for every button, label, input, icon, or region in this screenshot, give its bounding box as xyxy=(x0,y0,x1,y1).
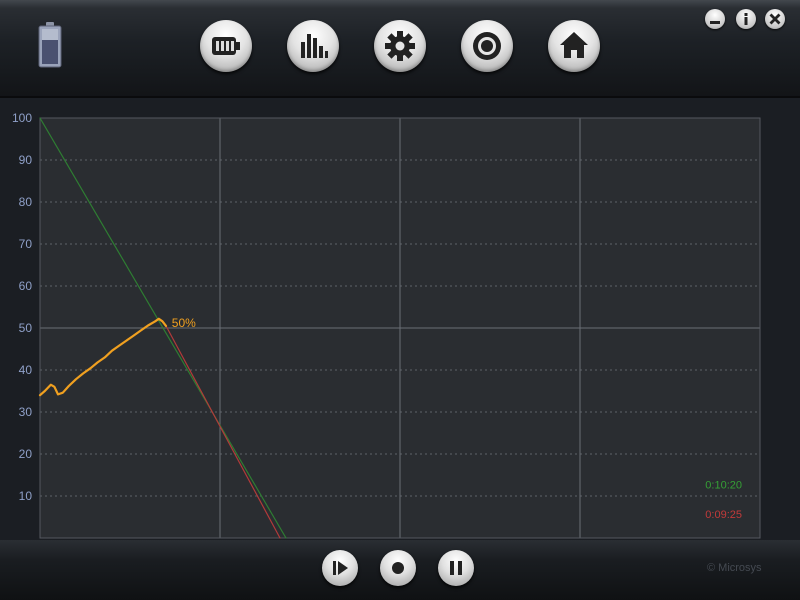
y-tick-label: 40 xyxy=(19,363,33,377)
settings-button[interactable] xyxy=(374,20,426,72)
home-button[interactable] xyxy=(548,20,600,72)
y-tick-label: 10 xyxy=(19,489,33,503)
gear-icon xyxy=(385,31,415,61)
battery-icon xyxy=(37,22,63,68)
toolbar xyxy=(0,0,800,98)
pause-icon xyxy=(450,561,462,575)
minimize-icon xyxy=(710,21,720,24)
play-button[interactable] xyxy=(322,550,358,586)
play-icon xyxy=(333,561,348,575)
minimize-button[interactable] xyxy=(705,9,725,29)
info-button[interactable] xyxy=(736,9,756,29)
y-tick-label: 20 xyxy=(19,447,33,461)
y-tick-label: 90 xyxy=(19,153,33,167)
home-icon xyxy=(560,32,588,58)
y-tick-label: 80 xyxy=(19,195,33,209)
charge-percent-label: 50% xyxy=(172,316,196,330)
green-time-label: 0:10:20 xyxy=(705,479,742,491)
battery-mode-button[interactable] xyxy=(200,20,252,72)
pause-button[interactable] xyxy=(438,550,474,586)
chart: 102030405060708090100015304560 min 50% 0… xyxy=(12,111,761,539)
y-tick-label: 60 xyxy=(19,279,33,293)
red-time-label: 0:09:25 xyxy=(705,509,742,521)
stop-button[interactable] xyxy=(380,550,416,586)
y-tick-label: 100 xyxy=(12,111,32,125)
bars-icon xyxy=(301,34,328,58)
y-tick-label: 70 xyxy=(19,237,33,251)
close-icon xyxy=(769,13,781,25)
y-tick-label: 50 xyxy=(19,321,33,335)
stop-icon xyxy=(392,562,404,574)
info-icon xyxy=(744,13,748,25)
battery-icon xyxy=(212,37,240,55)
close-button[interactable] xyxy=(765,9,785,29)
target-icon xyxy=(473,32,501,60)
y-tick-label: 30 xyxy=(19,405,33,419)
target-button[interactable] xyxy=(461,20,513,72)
statistics-button[interactable] xyxy=(287,20,339,72)
copyright-text: © Microsys xyxy=(707,562,762,574)
